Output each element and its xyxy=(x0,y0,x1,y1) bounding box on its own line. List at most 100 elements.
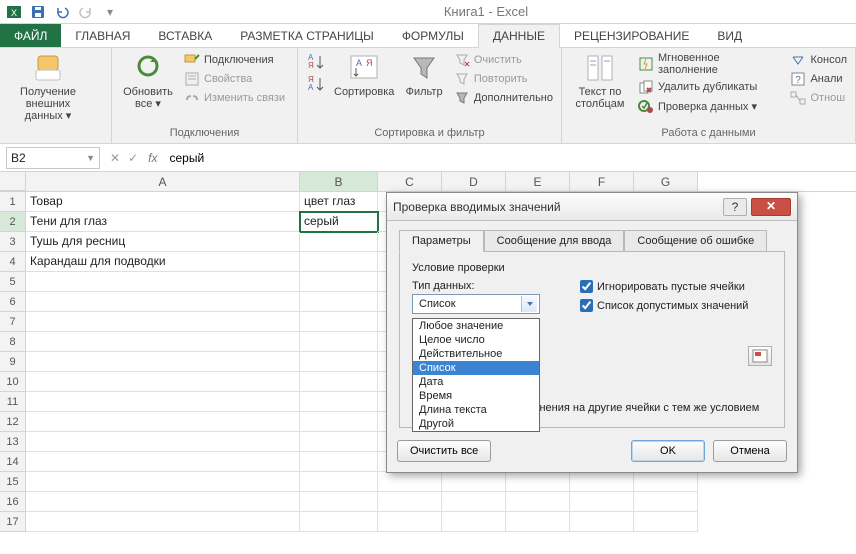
tab-review[interactable]: РЕЦЕНЗИРОВАНИЕ xyxy=(560,24,703,47)
col-header-a[interactable]: A xyxy=(26,172,300,191)
row-header[interactable]: 13 xyxy=(0,432,26,452)
cell[interactable]: Тени для глаз xyxy=(26,212,300,232)
cell[interactable] xyxy=(26,512,300,532)
row-header[interactable]: 11 xyxy=(0,392,26,412)
excel-app-icon[interactable]: X xyxy=(4,2,24,22)
name-box[interactable]: B2▼ xyxy=(6,147,100,169)
tab-data[interactable]: ДАННЫЕ xyxy=(478,24,560,48)
fx-icon[interactable]: fx xyxy=(148,151,157,165)
row-header[interactable]: 7 xyxy=(0,312,26,332)
dropdown-option[interactable]: Целое число xyxy=(413,333,539,347)
cell[interactable] xyxy=(300,472,378,492)
sort-button[interactable]: АЯ Сортировка xyxy=(334,52,394,98)
tab-home[interactable]: ГЛАВНАЯ xyxy=(61,24,144,47)
allow-type-combo[interactable]: Список xyxy=(412,294,540,314)
confirm-edit-icon[interactable]: ✓ xyxy=(128,151,138,165)
row-header[interactable]: 4 xyxy=(0,252,26,272)
cell[interactable] xyxy=(26,412,300,432)
text-to-columns-button[interactable]: Текст по столбцам xyxy=(570,52,630,110)
cell[interactable] xyxy=(634,512,698,532)
redo-icon[interactable] xyxy=(76,2,96,22)
data-validation-button[interactable]: Проверка данных ▾ xyxy=(638,98,783,114)
dropdown-option[interactable]: Любое значение xyxy=(413,319,539,333)
dialog-close-button[interactable]: ✕ xyxy=(751,198,791,216)
dropdown-option[interactable]: Другой xyxy=(413,417,539,431)
cell[interactable]: Товар xyxy=(26,192,300,212)
sort-asc-icon[interactable]: АЯ xyxy=(306,52,326,72)
cell[interactable] xyxy=(26,292,300,312)
ok-button[interactable]: OK xyxy=(631,440,705,462)
cell[interactable] xyxy=(300,252,378,272)
ignore-blank-checkbox[interactable]: Игнорировать пустые ячейки xyxy=(580,280,748,293)
cell[interactable] xyxy=(634,492,698,512)
remove-duplicates-button[interactable]: Удалить дубликаты xyxy=(638,79,783,95)
cell[interactable] xyxy=(300,352,378,372)
dropdown-option[interactable]: Действительное xyxy=(413,347,539,361)
cell[interactable] xyxy=(26,492,300,512)
cell[interactable]: цвет глаз xyxy=(300,192,378,212)
col-header-c[interactable]: C xyxy=(378,172,442,191)
row-header[interactable]: 1 xyxy=(0,192,26,212)
col-header-b[interactable]: B xyxy=(300,172,378,191)
cell[interactable] xyxy=(300,312,378,332)
cell[interactable] xyxy=(570,492,634,512)
in-cell-dropdown-checkbox[interactable]: Список допустимых значений xyxy=(580,299,748,312)
range-picker-button[interactable] xyxy=(748,346,772,366)
cell[interactable] xyxy=(378,492,442,512)
dialog-tab-parameters[interactable]: Параметры xyxy=(399,230,484,252)
row-header[interactable]: 2 xyxy=(0,212,26,232)
row-header[interactable]: 5 xyxy=(0,272,26,292)
flash-fill-button[interactable]: Мгновенное заполнение xyxy=(638,52,783,76)
select-all-triangle[interactable] xyxy=(0,172,26,191)
allow-type-dropdown[interactable]: Любое значениеЦелое числоДействительноеС… xyxy=(412,318,540,432)
whatif-button[interactable]: ?Анали xyxy=(790,71,847,87)
sort-desc-icon[interactable]: ЯА xyxy=(306,74,326,94)
cell[interactable] xyxy=(378,472,442,492)
clear-all-button[interactable]: Очистить все xyxy=(397,440,491,462)
cell[interactable] xyxy=(26,452,300,472)
cell[interactable] xyxy=(506,512,570,532)
row-header[interactable]: 15 xyxy=(0,472,26,492)
cell[interactable] xyxy=(300,412,378,432)
row-header[interactable]: 12 xyxy=(0,412,26,432)
consolidate-button[interactable]: Консол xyxy=(790,52,847,68)
cell[interactable] xyxy=(26,472,300,492)
cell[interactable] xyxy=(26,352,300,372)
cell[interactable] xyxy=(300,392,378,412)
row-header[interactable]: 9 xyxy=(0,352,26,372)
row-header[interactable]: 17 xyxy=(0,512,26,532)
dropdown-option[interactable]: Время xyxy=(413,389,539,403)
cell[interactable] xyxy=(300,512,378,532)
cell[interactable] xyxy=(300,272,378,292)
tab-formulas[interactable]: ФОРМУЛЫ xyxy=(388,24,478,47)
cell[interactable] xyxy=(442,472,506,492)
row-header[interactable]: 16 xyxy=(0,492,26,512)
col-header-e[interactable]: E xyxy=(506,172,570,191)
cancel-edit-icon[interactable]: ✕ xyxy=(110,151,120,165)
cell[interactable] xyxy=(570,512,634,532)
cell[interactable] xyxy=(506,472,570,492)
dialog-tab-error-alert[interactable]: Сообщение об ошибке xyxy=(624,230,767,252)
row-header[interactable]: 14 xyxy=(0,452,26,472)
dropdown-option[interactable]: Список xyxy=(413,361,539,375)
chevron-down-icon[interactable] xyxy=(521,296,537,312)
tab-view[interactable]: ВИД xyxy=(703,24,756,47)
cell[interactable]: серый xyxy=(300,212,378,232)
dropdown-option[interactable]: Дата xyxy=(413,375,539,389)
dialog-titlebar[interactable]: Проверка вводимых значений ? ✕ xyxy=(387,193,797,221)
dialog-help-button[interactable]: ? xyxy=(723,198,747,216)
connections-button[interactable]: Подключения xyxy=(184,52,285,68)
row-header[interactable]: 8 xyxy=(0,332,26,352)
cell[interactable] xyxy=(26,332,300,352)
cell[interactable] xyxy=(300,452,378,472)
chevron-down-icon[interactable]: ▼ xyxy=(86,153,95,163)
cell[interactable]: Карандаш для подводки xyxy=(26,252,300,272)
dialog-tab-input-message[interactable]: Сообщение для ввода xyxy=(484,230,625,252)
row-header[interactable]: 3 xyxy=(0,232,26,252)
formula-input[interactable] xyxy=(165,151,856,165)
cell[interactable] xyxy=(26,392,300,412)
tab-insert[interactable]: ВСТАВКА xyxy=(144,24,226,47)
cell[interactable] xyxy=(442,512,506,532)
filter-button[interactable]: Фильтр xyxy=(402,52,445,98)
col-header-g[interactable]: G xyxy=(634,172,698,191)
